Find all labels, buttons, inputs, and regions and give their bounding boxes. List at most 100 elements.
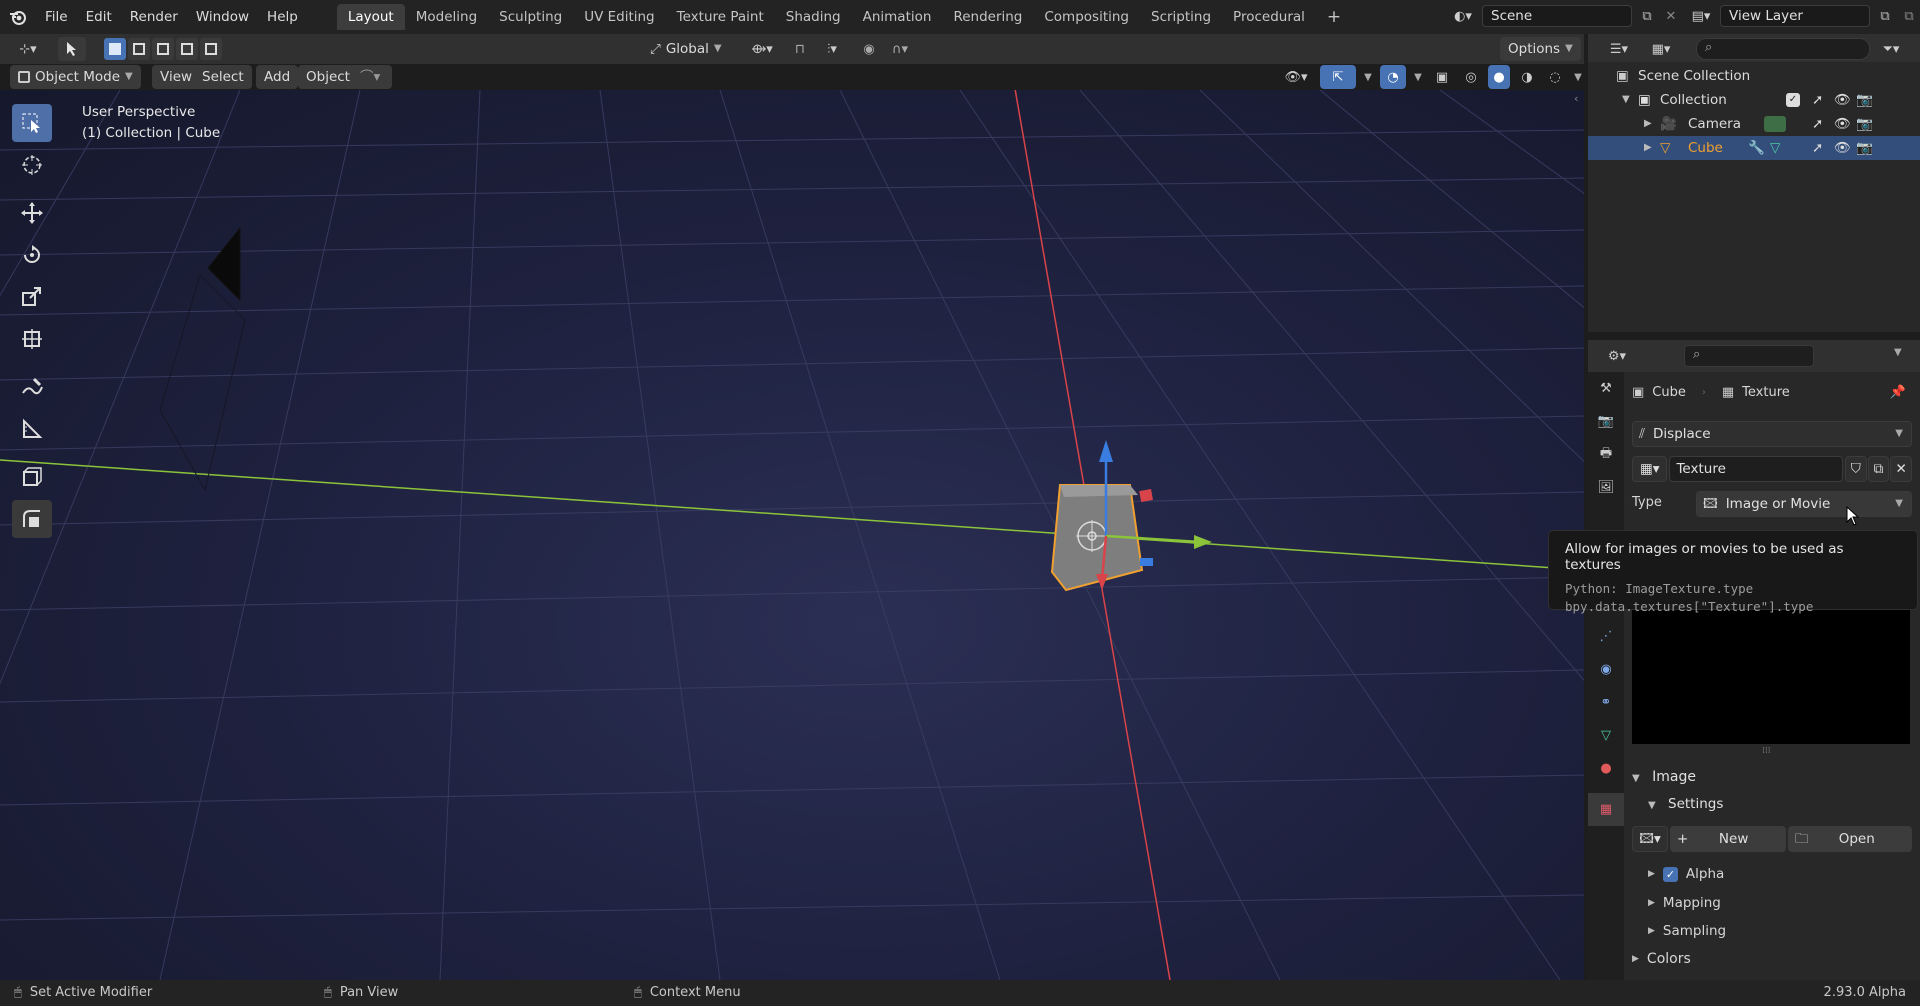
visibility-icon[interactable]: 👁 xyxy=(1834,112,1851,136)
fake-user-button[interactable]: ⛉ xyxy=(1844,456,1867,482)
colors-panel-header[interactable]: ▶ Colors xyxy=(1632,947,1691,971)
selectable-icon[interactable]: ➚ xyxy=(1812,88,1823,112)
outliner-row-collection[interactable]: ▼ ▣ Collection ✓ ➚ 👁 📷 xyxy=(1588,88,1920,112)
delete-scene-icon[interactable]: ✕ xyxy=(1662,9,1680,24)
xray-icon[interactable]: ▣ xyxy=(1430,65,1454,89)
texture-browse-button[interactable]: ▦▾ xyxy=(1632,456,1668,482)
select-new-icon[interactable] xyxy=(104,38,126,60)
menu-edit[interactable]: Edit xyxy=(77,5,121,29)
tool-shear[interactable] xyxy=(12,500,52,538)
view-layer-icon[interactable]: ▤▾ xyxy=(1686,9,1716,24)
transform-gizmo-toggle[interactable]: ⌒▾ xyxy=(352,65,392,89)
tab-constraints[interactable]: ⚭ xyxy=(1588,686,1624,719)
menu-add[interactable]: Add xyxy=(256,65,299,89)
3d-viewport[interactable]: User Perspective (1) Collection | Cube ‹ xyxy=(0,90,1584,980)
tab-layout[interactable]: Layout xyxy=(336,4,405,30)
select-invert-icon[interactable] xyxy=(176,38,198,60)
mapping-subpanel-header[interactable]: ▶ Mapping xyxy=(1648,891,1721,915)
tab-sculpting[interactable]: Sculpting xyxy=(488,4,573,30)
tab-scripting[interactable]: Scripting xyxy=(1140,4,1222,30)
duplicate-texture-button[interactable]: ⧉ xyxy=(1867,456,1890,482)
select-subtract-icon[interactable] xyxy=(152,38,174,60)
snap-icon[interactable]: ⊓ xyxy=(788,38,812,60)
overlay-icon[interactable]: ◔ xyxy=(1380,65,1406,89)
tool-add-cube[interactable] xyxy=(12,458,52,496)
solid-shading-icon[interactable]: ● xyxy=(1488,65,1510,89)
tab-animation[interactable]: Animation xyxy=(852,4,943,30)
tool-select-box[interactable] xyxy=(12,104,52,142)
render-icon[interactable]: 📷 xyxy=(1856,88,1873,112)
mode-dropdown[interactable]: Object Mode ▼ xyxy=(10,65,141,89)
mesh-data-icon[interactable]: ▽ xyxy=(1770,136,1780,160)
tab-texture[interactable]: ▦ xyxy=(1588,793,1624,826)
tab-shading[interactable]: Shading xyxy=(775,4,852,30)
sidebar-toggle-icon[interactable]: ‹ xyxy=(1574,92,1578,105)
outliner-row-cube[interactable]: ▶ ▽ Cube 🔧 ▽ ➚ 👁 📷 xyxy=(1588,136,1920,160)
tab-view-layer[interactable]: 🖼 xyxy=(1588,471,1624,504)
visibility-icon[interactable]: 👁▾ xyxy=(1278,65,1314,89)
unlink-texture-button[interactable]: ✕ xyxy=(1890,456,1912,482)
menu-select[interactable]: Select xyxy=(194,65,252,89)
sampling-subpanel-header[interactable]: ▶ Sampling xyxy=(1648,919,1726,943)
menu-file[interactable]: File xyxy=(36,5,77,29)
tab-compositing[interactable]: Compositing xyxy=(1033,4,1140,30)
shading-dropdown-icon[interactable]: ▼ xyxy=(1572,72,1584,83)
pivot-point-icon[interactable]: ⟴▾ xyxy=(744,38,780,60)
gizmo-dropdown-icon[interactable]: ▼ xyxy=(1362,72,1374,83)
tab-particles[interactable]: ⋰ xyxy=(1588,620,1624,653)
gizmo-icon[interactable]: ⇱ xyxy=(1320,65,1356,89)
wireframe-shading-icon[interactable]: ◎ xyxy=(1460,65,1482,89)
open-image-button[interactable]: 🗀 Open xyxy=(1788,826,1912,852)
tab-output[interactable]: 🖶 xyxy=(1588,438,1624,471)
outliner-row-scene-collection[interactable]: ▣ Scene Collection xyxy=(1588,64,1920,88)
scene-name-field[interactable]: Scene xyxy=(1482,5,1632,27)
tab-uv-editing[interactable]: UV Editing xyxy=(573,4,665,30)
display-mode-icon[interactable]: ▦▾ xyxy=(1644,38,1678,60)
alpha-subpanel-header[interactable]: ▶ ✓ Alpha xyxy=(1648,862,1724,886)
editor-type-icon[interactable]: ⚙▾ xyxy=(1600,345,1634,367)
chevron-down-icon[interactable]: ▼ xyxy=(1622,88,1630,112)
tab-tool[interactable]: ⚒ xyxy=(1588,372,1624,405)
tool-rotate[interactable] xyxy=(12,236,52,274)
editor-type-icon[interactable]: ☰▾ xyxy=(1602,38,1636,60)
tool-move[interactable] xyxy=(12,194,52,232)
tool-measure[interactable] xyxy=(12,410,52,448)
camera-data-icon[interactable] xyxy=(1764,116,1786,132)
falloff-icon[interactable]: ∩▾ xyxy=(882,38,918,60)
select-tool-icon[interactable] xyxy=(58,37,86,61)
tab-physics[interactable]: ◉ xyxy=(1588,653,1624,686)
exclude-checkbox[interactable]: ✓ xyxy=(1786,93,1800,107)
alpha-checkbox[interactable]: ✓ xyxy=(1662,866,1678,882)
menu-render[interactable]: Render xyxy=(121,5,187,29)
tool-scale[interactable] xyxy=(12,278,52,316)
new-view-layer-icon[interactable]: ⧉ xyxy=(1874,9,1896,24)
render-icon[interactable]: 📷 xyxy=(1856,136,1873,160)
visibility-icon[interactable]: 👁 xyxy=(1834,136,1851,160)
editor-type-icon[interactable]: ⊹▾ xyxy=(10,38,46,60)
menu-view[interactable]: View xyxy=(152,65,201,89)
chevron-right-icon[interactable]: ▶ xyxy=(1644,136,1652,160)
snap-target-icon[interactable]: ⫶▾ xyxy=(814,38,850,60)
material-shading-icon[interactable]: ◑ xyxy=(1516,65,1538,89)
menu-help[interactable]: Help xyxy=(258,5,307,29)
tab-material[interactable]: ● xyxy=(1588,752,1624,785)
proportional-edit-icon[interactable]: ◉ xyxy=(858,38,880,60)
delete-view-layer-icon[interactable]: ⧉ xyxy=(1900,9,1918,24)
chevron-right-icon[interactable]: ▶ xyxy=(1644,112,1652,136)
new-image-button[interactable]: + New xyxy=(1670,826,1786,852)
view-layer-name-field[interactable]: View Layer xyxy=(1720,5,1870,27)
menu-object[interactable]: Object xyxy=(298,65,358,89)
modifier-selector[interactable]: ⫽ Displace ▼ xyxy=(1632,421,1912,447)
tab-modeling[interactable]: Modeling xyxy=(405,4,488,30)
properties-search-input[interactable]: ⌕ xyxy=(1684,345,1814,367)
menu-window[interactable]: Window xyxy=(187,5,258,29)
selectable-icon[interactable]: ➚ xyxy=(1812,136,1823,160)
visibility-icon[interactable]: 👁 xyxy=(1834,88,1851,112)
tab-procedural[interactable]: Procedural xyxy=(1222,4,1316,30)
selectable-icon[interactable]: ➚ xyxy=(1812,112,1823,136)
tab-render[interactable]: 📷 xyxy=(1588,405,1624,438)
blender-logo-icon[interactable] xyxy=(0,8,36,26)
options-chevron-icon[interactable]: ▼ xyxy=(1894,347,1902,358)
new-scene-icon[interactable]: ⧉ xyxy=(1636,9,1658,24)
preview-resize-handle[interactable]: ⁞⁞⁞ xyxy=(1762,746,1771,756)
